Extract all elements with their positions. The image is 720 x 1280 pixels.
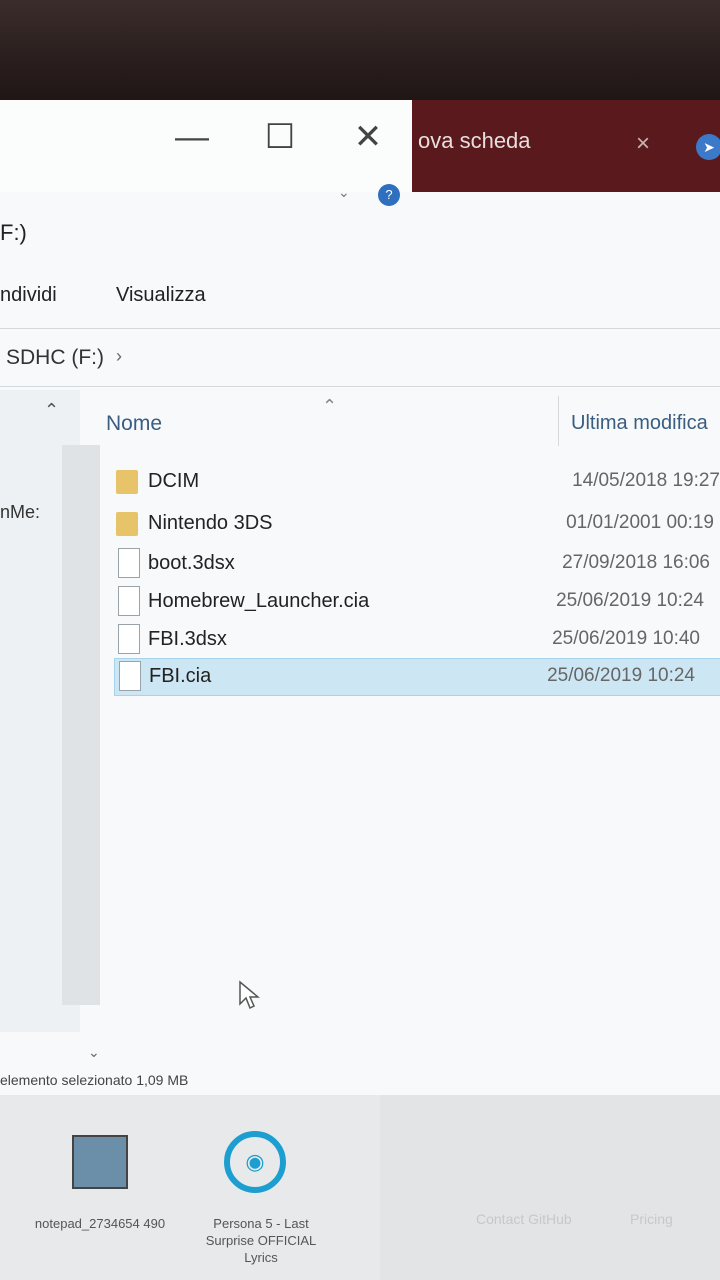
mouse-cursor-icon — [239, 980, 260, 1010]
folder-icon — [116, 512, 138, 536]
browser-tab-close-icon[interactable]: × — [636, 130, 650, 158]
file-name: Nintendo 3DS — [148, 512, 273, 534]
help-icon[interactable]: ? — [378, 184, 400, 206]
file-date: 01/01/2001 00:19 — [566, 512, 714, 533]
folder-icon — [116, 470, 138, 494]
file-date: 25/06/2019 10:40 — [552, 628, 700, 649]
desktop-item-persona[interactable]: Persona 5 - Last Surprise OFFICIAL Lyric… — [196, 1215, 326, 1266]
breadcrumb-chevron-icon[interactable]: › — [116, 346, 122, 367]
ribbon-divider — [0, 328, 720, 329]
file-icon — [118, 586, 140, 616]
file-name: FBI.cia — [149, 665, 212, 687]
file-explorer-window: — ☐ ✕ ova scheda × ➤ ⌄ ? F:) ndividi Vis… — [0, 100, 720, 1095]
menu-view[interactable]: Visualizza — [116, 284, 206, 307]
file-row-fbi-3dsx[interactable]: FBI.3dsx 25/06/2019 10:40 — [114, 622, 720, 658]
breadcrumb[interactable]: SDHC (F:) — [6, 346, 104, 370]
close-button[interactable]: ✕ — [340, 114, 396, 160]
nav-item-label[interactable]: nMe: — [0, 502, 40, 523]
column-header-name[interactable]: Nome — [106, 412, 162, 436]
window-title: F:) — [0, 220, 27, 245]
file-date: 14/05/2018 19:27 — [572, 470, 720, 491]
installer-icon[interactable] — [72, 1135, 128, 1189]
browser-extension-icon[interactable]: ➤ — [696, 134, 720, 160]
column-header-modified-label: Ultima modifica — [571, 412, 708, 434]
browser-tab[interactable]: ova scheda × ➤ — [412, 100, 720, 192]
file-icon — [118, 548, 140, 578]
desktop-item-notepad[interactable]: notepad_2734654 490 — [30, 1215, 170, 1232]
faded-link-pricing: Pricing — [630, 1211, 673, 1227]
ribbon-expand-icon[interactable]: ⌄ — [338, 184, 350, 201]
file-row-fbi-cia[interactable]: FBI.cia 25/06/2019 10:24 — [114, 658, 720, 696]
file-row-boot-3dsx[interactable]: boot.3dsx 27/09/2018 16:06 — [114, 546, 720, 582]
title-bar: — ☐ ✕ — [0, 100, 412, 192]
file-row-nintendo-3ds[interactable]: Nintendo 3DS 01/01/2001 00:19 — [114, 506, 720, 542]
maximize-button[interactable]: ☐ — [252, 114, 308, 160]
nav-scroll-down-icon[interactable]: ⌄ — [88, 1044, 100, 1061]
file-name: boot.3dsx — [148, 552, 235, 574]
menu-share[interactable]: ndividi — [0, 284, 57, 307]
desktop-area: notepad_2734654 490 ◉ Persona 5 - Last S… — [0, 1095, 720, 1280]
column-header-modified[interactable]: Ultima modifica — [558, 396, 720, 446]
minimize-button[interactable]: — — [164, 114, 220, 160]
monitor-bezel — [0, 0, 720, 100]
nav-scrollbar[interactable] — [62, 445, 100, 1005]
file-row-homebrew-launcher[interactable]: Homebrew_Launcher.cia 25/06/2019 10:24 — [114, 584, 720, 620]
status-bar-text: elemento selezionato 1,09 MB — [0, 1072, 189, 1088]
file-icon — [118, 624, 140, 654]
file-icon — [119, 661, 141, 691]
file-name: Homebrew_Launcher.cia — [148, 590, 370, 612]
faded-link-contact: Contact GitHub — [476, 1211, 572, 1227]
address-divider — [0, 386, 720, 387]
file-row-dcim[interactable]: DCIM 14/05/2018 19:27 — [114, 464, 720, 500]
file-date: 27/09/2018 16:06 — [562, 552, 710, 573]
nav-scroll-up-icon[interactable]: ⌃ — [44, 400, 59, 421]
media-disc-icon[interactable]: ◉ — [224, 1131, 286, 1193]
file-date: 25/06/2019 10:24 — [547, 665, 695, 686]
browser-tab-title: ova scheda — [418, 128, 531, 153]
file-name: FBI.3dsx — [148, 628, 227, 650]
file-name: DCIM — [148, 470, 200, 492]
file-date: 25/06/2019 10:24 — [556, 590, 704, 611]
sort-ascending-icon: ⌃ — [322, 396, 338, 416]
